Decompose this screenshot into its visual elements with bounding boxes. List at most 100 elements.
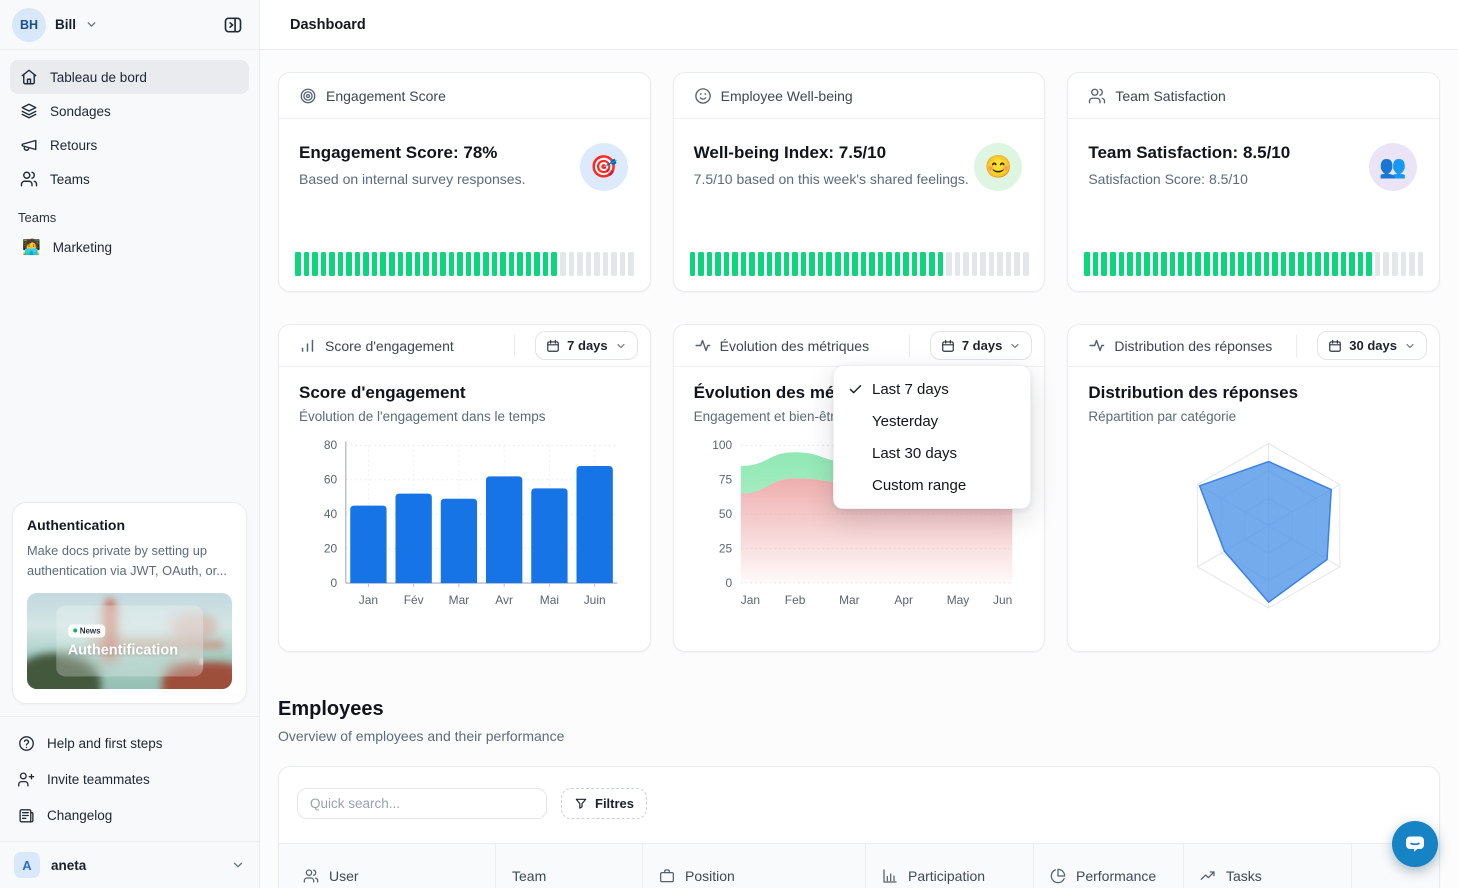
svg-text:100: 100 — [712, 438, 732, 452]
menu-item-custom-range[interactable]: Custom range — [834, 469, 1030, 501]
card-header-label: Évolution des métriques — [720, 338, 869, 354]
svg-text:75: 75 — [719, 473, 733, 487]
sidebar-item-teams[interactable]: Teams — [10, 162, 249, 196]
svg-text:40: 40 — [324, 507, 338, 521]
activity-icon — [694, 337, 711, 354]
menu-item-yesterday[interactable]: Yesterday — [834, 405, 1030, 437]
column-header-performance[interactable]: Performance — [1034, 844, 1184, 888]
stats-row: Engagement Score Engagement Score: 78% B… — [278, 72, 1440, 292]
satisfaction-progress-bar — [1084, 252, 1423, 276]
table-header-row: User Team Position Participation — [279, 843, 1439, 888]
page-title: Dashboard — [290, 17, 366, 33]
technologist-emoji-icon: 🧑‍💻 — [22, 238, 41, 256]
news-badge: News — [68, 624, 106, 637]
range-select-button[interactable]: 7 days — [930, 331, 1032, 360]
sidebar-nav: Tableau de bord Sondages Retours Teams T… — [0, 50, 259, 263]
footer-item-label: Invite teammates — [47, 772, 150, 787]
divider — [514, 335, 515, 357]
layers-icon — [20, 102, 38, 120]
megaphone-icon — [20, 136, 38, 154]
chart-subtitle: Évolution de l'engagement dans le temps — [299, 409, 630, 424]
column-header-participation[interactable]: Participation — [866, 844, 1034, 888]
target-rings-icon — [299, 87, 317, 105]
svg-text:Mar: Mar — [839, 593, 860, 607]
sidebar-item-changelog[interactable]: Changelog — [12, 797, 247, 833]
svg-text:Jan: Jan — [359, 593, 378, 607]
range-select-button[interactable]: 7 days — [535, 331, 637, 360]
footer-item-label: Changelog — [47, 808, 112, 823]
svg-text:Apr: Apr — [894, 593, 913, 607]
range-select-button[interactable]: 30 days — [1317, 331, 1427, 360]
menu-item-last-7-days[interactable]: Last 7 days — [834, 373, 1030, 405]
column-header-tasks[interactable]: Tasks — [1184, 844, 1352, 888]
card-header: Score d'engagement 7 days — [279, 325, 650, 367]
sidebar-collapse-button[interactable] — [219, 11, 247, 39]
column-header-team[interactable]: Team — [496, 844, 643, 888]
sidebar-item-label: Sondages — [50, 104, 111, 119]
divider — [909, 335, 910, 357]
chevron-down-icon — [1009, 340, 1021, 352]
workspace-name: aneta — [51, 858, 86, 873]
distribution-chart-card: Distribution des réponses 30 days Distri… — [1067, 324, 1440, 652]
card-header: Évolution des métriques 7 days — [674, 325, 1045, 367]
card-header: Team Satisfaction — [1068, 73, 1439, 119]
briefcase-icon — [659, 868, 675, 884]
chat-launcher-button[interactable] — [1392, 821, 1438, 867]
main-area: Dashboard Engagement Score Engagement Sc… — [260, 0, 1458, 888]
team-satisfaction-card: Team Satisfaction Team Satisfaction: 8.5… — [1067, 72, 1440, 292]
sidebar-user-row[interactable]: BH Bill — [0, 0, 259, 50]
sidebar-item-sondages[interactable]: Sondages — [10, 94, 249, 128]
card-header-label: Distribution des réponses — [1114, 338, 1272, 354]
workspace-switcher[interactable]: A aneta — [0, 841, 259, 888]
card-header: Engagement Score — [279, 73, 650, 119]
menu-item-label: Last 30 days — [872, 445, 957, 462]
wellbeing-progress-bar — [690, 252, 1029, 276]
authentication-promo-card[interactable]: Authentication Make docs private by sett… — [12, 502, 247, 704]
column-header-user[interactable]: User — [279, 844, 496, 888]
employees-section-header: Employees Overview of employees and thei… — [278, 698, 1440, 744]
bar-chart-icon — [882, 868, 898, 884]
svg-text:Mai: Mai — [540, 593, 559, 607]
svg-text:Jun: Jun — [993, 593, 1012, 607]
card-header-label: Employee Well-being — [721, 88, 853, 104]
sidebar-item-invite[interactable]: Invite teammates — [12, 761, 247, 797]
svg-text:50: 50 — [719, 507, 733, 521]
sidebar-section-teams: Teams — [10, 196, 249, 231]
search-input[interactable] — [297, 788, 547, 819]
menu-item-label: Yesterday — [872, 413, 938, 430]
chat-bubble-icon — [1403, 832, 1427, 856]
svg-text:60: 60 — [324, 473, 338, 487]
promo-image-title: Authentification — [68, 642, 192, 658]
column-header-position[interactable]: Position — [643, 844, 866, 888]
wellbeing-card: Employee Well-being Well-being Index: 7.… — [673, 72, 1046, 292]
smiley-icon — [694, 87, 712, 105]
column-label: Participation — [908, 868, 985, 884]
home-icon — [20, 68, 38, 86]
promo-image: News Authentification — [27, 593, 232, 689]
pie-chart-icon — [1050, 868, 1066, 884]
column-label: Position — [685, 868, 735, 884]
sidebar-item-tableau-de-bord[interactable]: Tableau de bord — [10, 60, 249, 94]
engagement-score-card: Engagement Score Engagement Score: 78% B… — [278, 72, 651, 292]
trend-up-icon — [1200, 868, 1216, 884]
calendar-icon — [1328, 339, 1342, 353]
svg-text:80: 80 — [324, 438, 338, 452]
divider — [1296, 335, 1297, 357]
filters-button[interactable]: Filtres — [561, 788, 647, 819]
column-label: Performance — [1076, 868, 1156, 884]
filters-label: Filtres — [595, 796, 634, 811]
sidebar-item-label: Tableau de bord — [50, 70, 147, 85]
sidebar-item-retours[interactable]: Retours — [10, 128, 249, 162]
sidebar-team-marketing[interactable]: 🧑‍💻 Marketing — [10, 231, 249, 263]
sidebar-item-help[interactable]: Help and first steps — [12, 725, 247, 761]
calendar-icon — [941, 339, 955, 353]
help-circle-icon — [18, 735, 35, 752]
users-icon — [20, 170, 38, 188]
sidebar: BH Bill Tableau de bord Sondages Retours — [0, 0, 260, 888]
sidebar-item-label: Retours — [50, 138, 97, 153]
chevron-down-icon — [615, 340, 627, 352]
menu-item-last-30-days[interactable]: Last 30 days — [834, 437, 1030, 469]
range-label: 7 days — [567, 338, 607, 353]
employees-subtitle: Overview of employees and their performa… — [278, 728, 1440, 744]
chart-body: Score d'engagement Évolution de l'engage… — [279, 367, 650, 628]
